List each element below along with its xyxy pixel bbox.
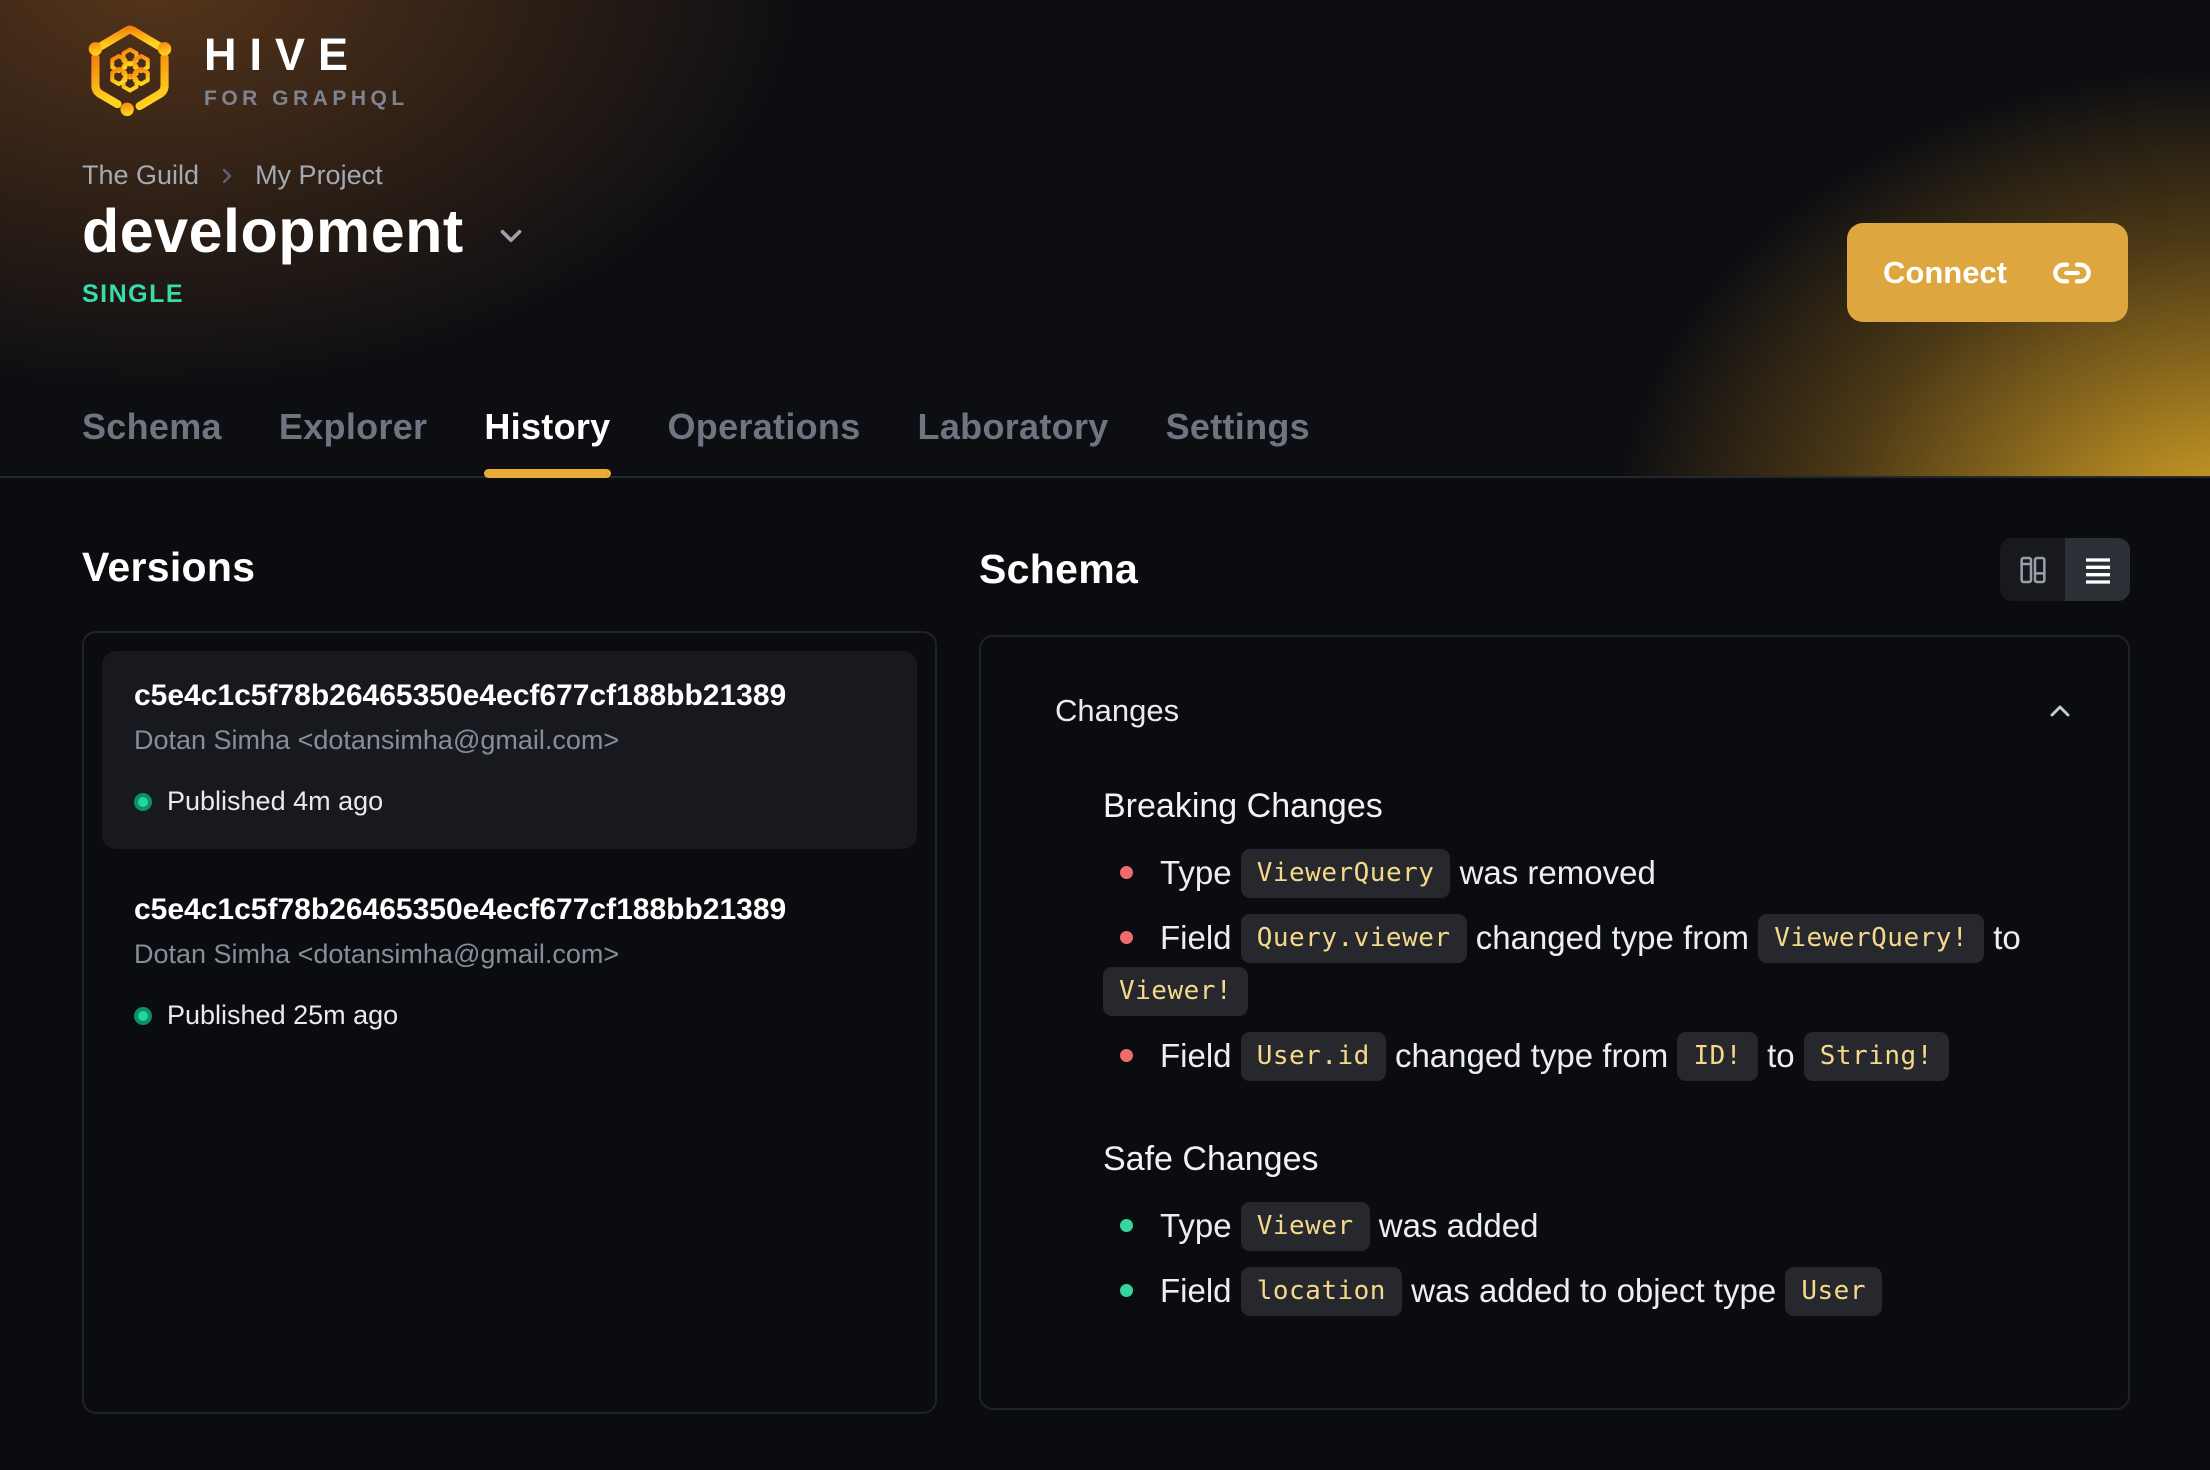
published-dot-icon bbox=[134, 792, 152, 811]
versions-panel: c5e4c1c5f78b26465350e4ecf677cf188bb21389… bbox=[82, 631, 937, 1414]
published-dot-icon bbox=[134, 1006, 152, 1025]
link-icon bbox=[2053, 262, 2091, 283]
changes-section-heading: Safe Changes bbox=[1103, 1140, 1319, 1178]
changes-collapse-header[interactable]: Changes bbox=[981, 637, 2128, 729]
list-layout-icon bbox=[2085, 557, 2110, 584]
version-item[interactable]: c5e4c1c5f78b26465350e4ecf677cf188bb21389… bbox=[102, 865, 917, 1063]
target-title-row: development bbox=[82, 196, 528, 266]
tab-schema[interactable]: Schema bbox=[82, 406, 222, 478]
change-item: Field Query.viewer changed type from Vie… bbox=[1103, 911, 2063, 1017]
tab-history[interactable]: History bbox=[484, 406, 611, 478]
version-status: Published 4m ago bbox=[134, 786, 885, 817]
changes-panel: Changes Breaking Changes Type ViewerQuery… bbox=[979, 635, 2130, 1410]
tab-operations[interactable]: Operations bbox=[668, 406, 861, 478]
breaking-changes-list: Type ViewerQuery was removed Field Query.… bbox=[1103, 846, 2080, 1082]
schema-header-row: Schema bbox=[979, 538, 2130, 601]
code-chip: Query.viewer bbox=[1240, 914, 1467, 963]
version-author: Dotan Simha <dotansimha@gmail.com> bbox=[134, 725, 620, 755]
code-chip: String! bbox=[1803, 1032, 1949, 1081]
version-status: Published 25m ago bbox=[134, 1000, 885, 1031]
code-chip: User.id bbox=[1240, 1032, 1386, 1081]
schema-title: Schema bbox=[979, 546, 1139, 592]
tab-laboratory[interactable]: Laboratory bbox=[918, 406, 1109, 478]
brand-name: HIVE bbox=[204, 29, 362, 80]
page-title: development bbox=[82, 197, 464, 265]
code-chip: ViewerQuery! bbox=[1758, 914, 1985, 963]
version-author: Dotan Simha <dotansimha@gmail.com> bbox=[134, 939, 620, 969]
change-item: Type Viewer was added bbox=[1103, 1199, 2063, 1252]
main-content: Versions c5e4c1c5f78b26465350e4ecf677cf1… bbox=[0, 478, 2210, 1414]
code-chip: ViewerQuery bbox=[1240, 849, 1451, 898]
list-view-button[interactable] bbox=[2065, 538, 2130, 601]
connect-button[interactable]: Connect bbox=[1847, 223, 2128, 322]
version-status-text: Published 25m ago bbox=[167, 1000, 399, 1030]
breadcrumb: The Guild My Project bbox=[82, 160, 383, 191]
versions-section: Versions c5e4c1c5f78b26465350e4ecf677cf1… bbox=[82, 478, 937, 1414]
brand-text: HIVE FOR GRAPHQL bbox=[204, 29, 409, 111]
code-chip: Viewer bbox=[1240, 1202, 1370, 1251]
view-toggle bbox=[2000, 538, 2130, 601]
breadcrumb-org[interactable]: The Guild bbox=[82, 160, 199, 191]
brand[interactable]: HIVE FOR GRAPHQL bbox=[82, 22, 409, 118]
tab-explorer[interactable]: Explorer bbox=[279, 406, 427, 478]
schema-section: Schema Changes Breaking Changes Type Vie… bbox=[979, 478, 2130, 1414]
hive-logo-icon bbox=[88, 25, 172, 117]
version-hash: c5e4c1c5f78b26465350e4ecf677cf188bb21389 bbox=[134, 679, 787, 712]
changes-section-heading: Breaking Changes bbox=[1103, 787, 1383, 825]
change-item: Field User.id changed type from ID! to S… bbox=[1103, 1029, 2063, 1082]
code-chip: Viewer! bbox=[1103, 967, 1249, 1016]
version-hash: c5e4c1c5f78b26465350e4ecf677cf188bb21389 bbox=[134, 893, 787, 926]
changes-title: Changes bbox=[1055, 693, 1180, 728]
code-chip: location bbox=[1240, 1267, 1402, 1316]
code-chip: User bbox=[1785, 1267, 1882, 1316]
chevron-up-icon[interactable] bbox=[2044, 695, 2076, 727]
code-chip: ID! bbox=[1677, 1032, 1758, 1081]
safe-changes-list: Type Viewer was added Field location was … bbox=[1103, 1199, 2080, 1317]
changes-body: Breaking Changes Type ViewerQuery was rem… bbox=[981, 787, 2128, 1317]
breadcrumb-project[interactable]: My Project bbox=[255, 160, 383, 191]
chevron-right-icon bbox=[222, 168, 232, 183]
change-item: Type ViewerQuery was removed bbox=[1103, 846, 2063, 899]
columns-view-button[interactable] bbox=[2000, 538, 2065, 601]
tab-settings[interactable]: Settings bbox=[1166, 406, 1310, 478]
version-item[interactable]: c5e4c1c5f78b26465350e4ecf677cf188bb21389… bbox=[102, 651, 917, 849]
tab-bar: Schema Explorer History Operations Laborator… bbox=[82, 406, 1310, 478]
brand-tagline: FOR GRAPHQL bbox=[204, 87, 409, 110]
columns-layout-icon bbox=[2019, 556, 2046, 583]
connect-label: Connect bbox=[1883, 254, 2007, 290]
versions-title: Versions bbox=[82, 544, 256, 590]
target-mode-badge: SINGLE bbox=[82, 280, 185, 308]
change-item: Field location was added to object type … bbox=[1103, 1264, 2063, 1317]
version-status-text: Published 4m ago bbox=[167, 786, 384, 816]
chevron-down-icon[interactable] bbox=[494, 219, 528, 253]
header: HIVE FOR GRAPHQL The Guild My Project de… bbox=[0, 0, 2210, 478]
